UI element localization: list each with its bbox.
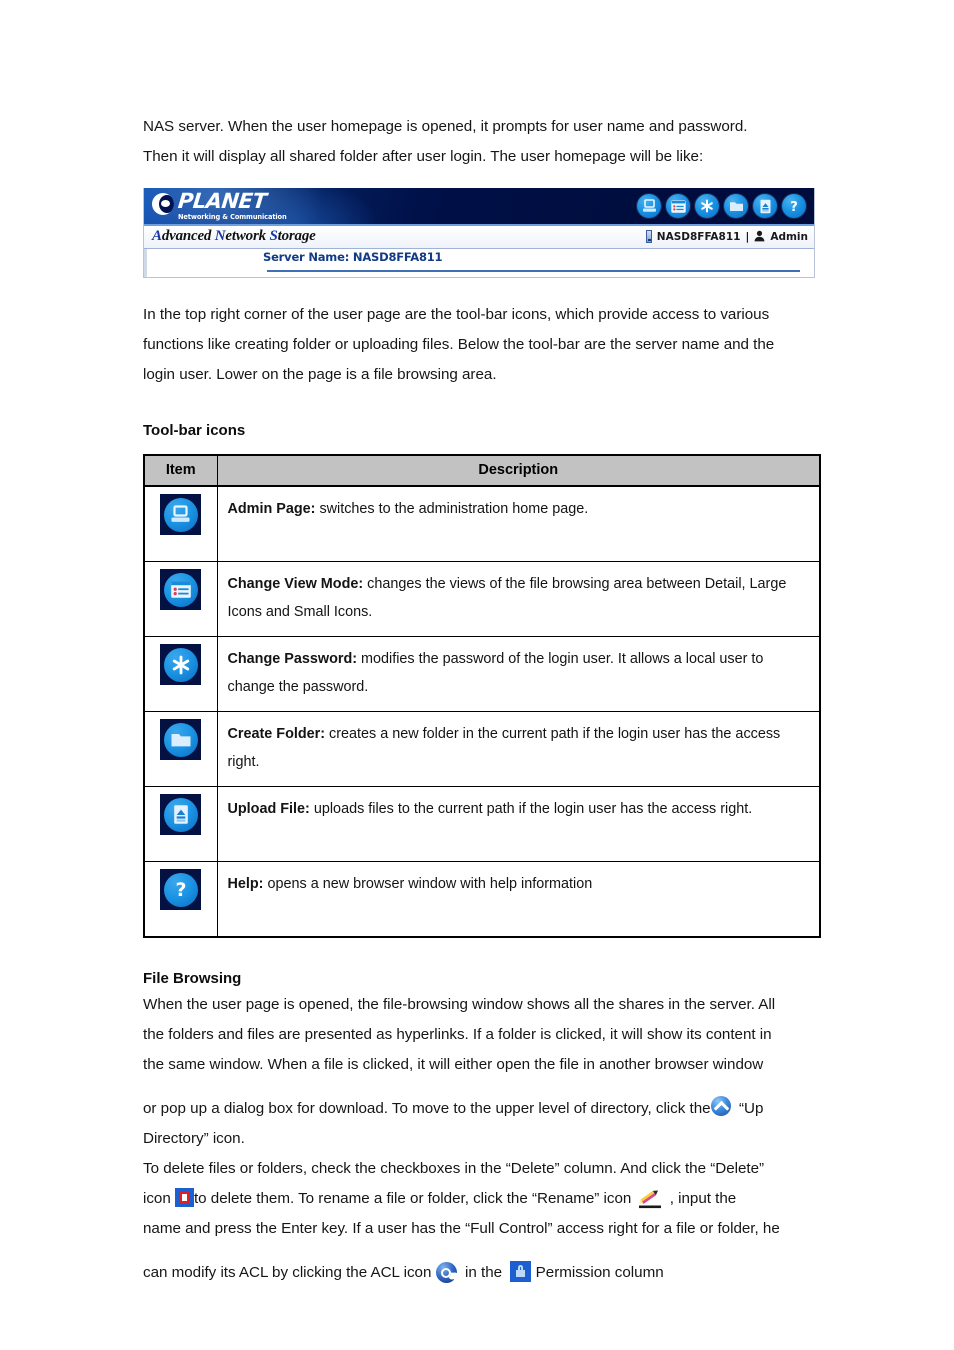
table-cell-description: Change View Mode: changes the views of t… xyxy=(216,561,821,637)
upload-file-icon[interactable] xyxy=(753,194,777,218)
table-row: Change View Mode: changes the views of t… xyxy=(143,561,821,637)
table-cell-icon xyxy=(143,485,218,562)
svg-text:?: ? xyxy=(790,200,798,214)
row-title: Help: xyxy=(227,876,264,892)
file-browsing-paragraph-2: or pop up a dialog box for download. To … xyxy=(143,1094,819,1154)
session-separator: | xyxy=(745,230,750,243)
table-header-row: Item Description xyxy=(143,454,821,487)
column-header-description: Description xyxy=(216,454,821,487)
fb-p3-line-1: To delete files or folders, check the ch… xyxy=(143,1160,765,1177)
product-title: Advanced Network Storage xyxy=(152,228,316,244)
toolbar-description-paragraph: In the top right corner of the user page… xyxy=(143,300,819,390)
toolbar-desc-line-2: functions like creating folder or upload… xyxy=(143,336,775,353)
intro-paragraph: NAS server. When the user homepage is op… xyxy=(143,112,819,172)
nas-header-bar: PLANET Networking & Communication ? xyxy=(144,188,814,226)
server-device-icon xyxy=(645,230,652,243)
table-cell-description: Help: opens a new browser window with he… xyxy=(216,861,821,938)
fb-p1-line-2: the folders and files are presented as h… xyxy=(143,1026,772,1043)
toolbar-icons-table: Item Description Admin Page: switches to… xyxy=(143,454,821,938)
table-cell-icon: ? xyxy=(143,861,218,938)
row-title: Change View Mode: xyxy=(227,576,364,592)
row-title: Upload File: xyxy=(227,801,310,817)
fb-p1-line-3: the same window. When a file is clicked,… xyxy=(143,1056,764,1073)
svg-text:?: ? xyxy=(175,879,186,901)
nas-content-area: Server Name: NASD8FFA811 xyxy=(144,249,814,277)
change-password-icon[interactable] xyxy=(695,194,719,218)
up-directory-icon[interactable] xyxy=(710,1095,731,1116)
row-title: Admin Page: xyxy=(227,501,316,517)
planet-logo-mark-icon xyxy=(152,193,174,215)
change-view-mode-icon[interactable] xyxy=(666,194,690,218)
device-name-label: NASD8FFA811 xyxy=(656,230,741,243)
nas-toolbar: ? xyxy=(637,194,806,218)
document-page: NAS server. When the user homepage is op… xyxy=(0,0,954,1350)
file-browsing-heading: File Browsing xyxy=(143,970,242,987)
table-cell-description: Create Folder: creates a new folder in t… xyxy=(216,711,821,787)
fb-p3-line-3: name and press the Enter key. If a user … xyxy=(143,1220,780,1237)
server-name-label: Server Name: NASD8FFA811 xyxy=(263,250,443,264)
admin-page-icon xyxy=(160,494,202,535)
fb-p1-line-1: When the user page is opened, the file-b… xyxy=(143,996,776,1013)
planet-logo-tagline: Networking & Communication xyxy=(178,213,287,221)
intro-line-2: Then it will display all shared folder a… xyxy=(143,148,704,165)
admin-page-icon[interactable] xyxy=(637,194,661,218)
planet-logo: PLANET Networking & Communication xyxy=(152,189,287,221)
table-row: Change Password: modifies the password o… xyxy=(143,636,821,712)
nas-subheader-bar: Advanced Network Storage NASD8FFA811 | A… xyxy=(144,226,814,249)
fb-p3-after-trash: to delete them. To rename a file or fold… xyxy=(193,1190,632,1207)
toolbar-desc-line-1: In the top right corner of the user page… xyxy=(143,306,770,323)
fb-p4-after-lock: Permission column xyxy=(535,1264,664,1281)
row-text: opens a new browser window with help inf… xyxy=(263,876,593,892)
table-row: Upload File: uploads files to the curren… xyxy=(143,786,821,862)
table-cell-description: Upload File: uploads files to the curren… xyxy=(216,786,821,862)
row-title: Change Password: xyxy=(227,651,358,667)
row-text: switches to the administration home page… xyxy=(315,501,589,517)
fb-p3-after-pencil: , input the xyxy=(669,1190,737,1207)
table-cell-icon xyxy=(143,636,218,712)
change-view-mode-icon xyxy=(160,569,202,610)
row-title: Create Folder: xyxy=(227,726,326,742)
fb-p2-after-icon: “Up xyxy=(738,1100,764,1117)
table-cell-description: Admin Page: switches to the administrati… xyxy=(216,485,821,562)
table-row: ? Help: opens a new browser window with … xyxy=(143,861,821,938)
help-icon: ? xyxy=(160,869,202,910)
table-cell-icon xyxy=(143,561,218,637)
table-cell-icon xyxy=(143,711,218,787)
fb-p2-line-2: Directory” icon. xyxy=(143,1130,245,1147)
help-icon[interactable]: ? xyxy=(782,194,806,218)
table-cell-icon xyxy=(143,786,218,862)
create-folder-icon[interactable] xyxy=(724,194,748,218)
fb-p3-before-trash: icon xyxy=(143,1190,171,1207)
file-browsing-paragraph-1: When the user page is opened, the file-b… xyxy=(143,990,819,1080)
toolbar-icons-heading: Tool-bar icons xyxy=(143,422,246,439)
table-row: Admin Page: switches to the administrati… xyxy=(143,485,821,562)
nas-ui-screenshot: PLANET Networking & Communication ? Adva… xyxy=(143,188,815,278)
file-browsing-paragraph-4: can modify its ACL by clicking the ACL i… xyxy=(143,1258,819,1288)
toolbar-desc-line-3: login user. Lower on the page is a file … xyxy=(143,366,497,383)
delete-icon[interactable] xyxy=(174,1188,194,1207)
column-header-item: Item xyxy=(143,454,218,487)
nas-session-info: NASD8FFA811 | Admin xyxy=(645,230,808,243)
user-avatar-icon xyxy=(754,230,765,243)
upload-file-icon xyxy=(160,794,202,835)
fb-p4-before-key: can modify its ACL by clicking the ACL i… xyxy=(143,1264,432,1281)
intro-line-1: NAS server. When the user homepage is op… xyxy=(143,118,748,135)
permission-lock-icon[interactable] xyxy=(510,1261,532,1282)
fb-p2-before-icon: or pop up a dialog box for download. To … xyxy=(143,1100,711,1117)
server-name-rule xyxy=(267,270,800,272)
change-password-icon xyxy=(160,644,202,685)
file-browsing-paragraph-3: To delete files or folders, check the ch… xyxy=(143,1154,819,1244)
planet-logo-wordmark: PLANET xyxy=(176,189,268,213)
table-cell-description: Change Password: modifies the password o… xyxy=(216,636,821,712)
table-row: Create Folder: creates a new folder in t… xyxy=(143,711,821,787)
user-name-label: Admin xyxy=(770,230,808,243)
rename-icon[interactable] xyxy=(636,1187,666,1211)
row-text: uploads files to the current path if the… xyxy=(309,801,753,817)
create-folder-icon xyxy=(160,719,202,760)
fb-p4-mid: in the xyxy=(465,1264,503,1281)
acl-key-icon[interactable] xyxy=(435,1262,457,1283)
